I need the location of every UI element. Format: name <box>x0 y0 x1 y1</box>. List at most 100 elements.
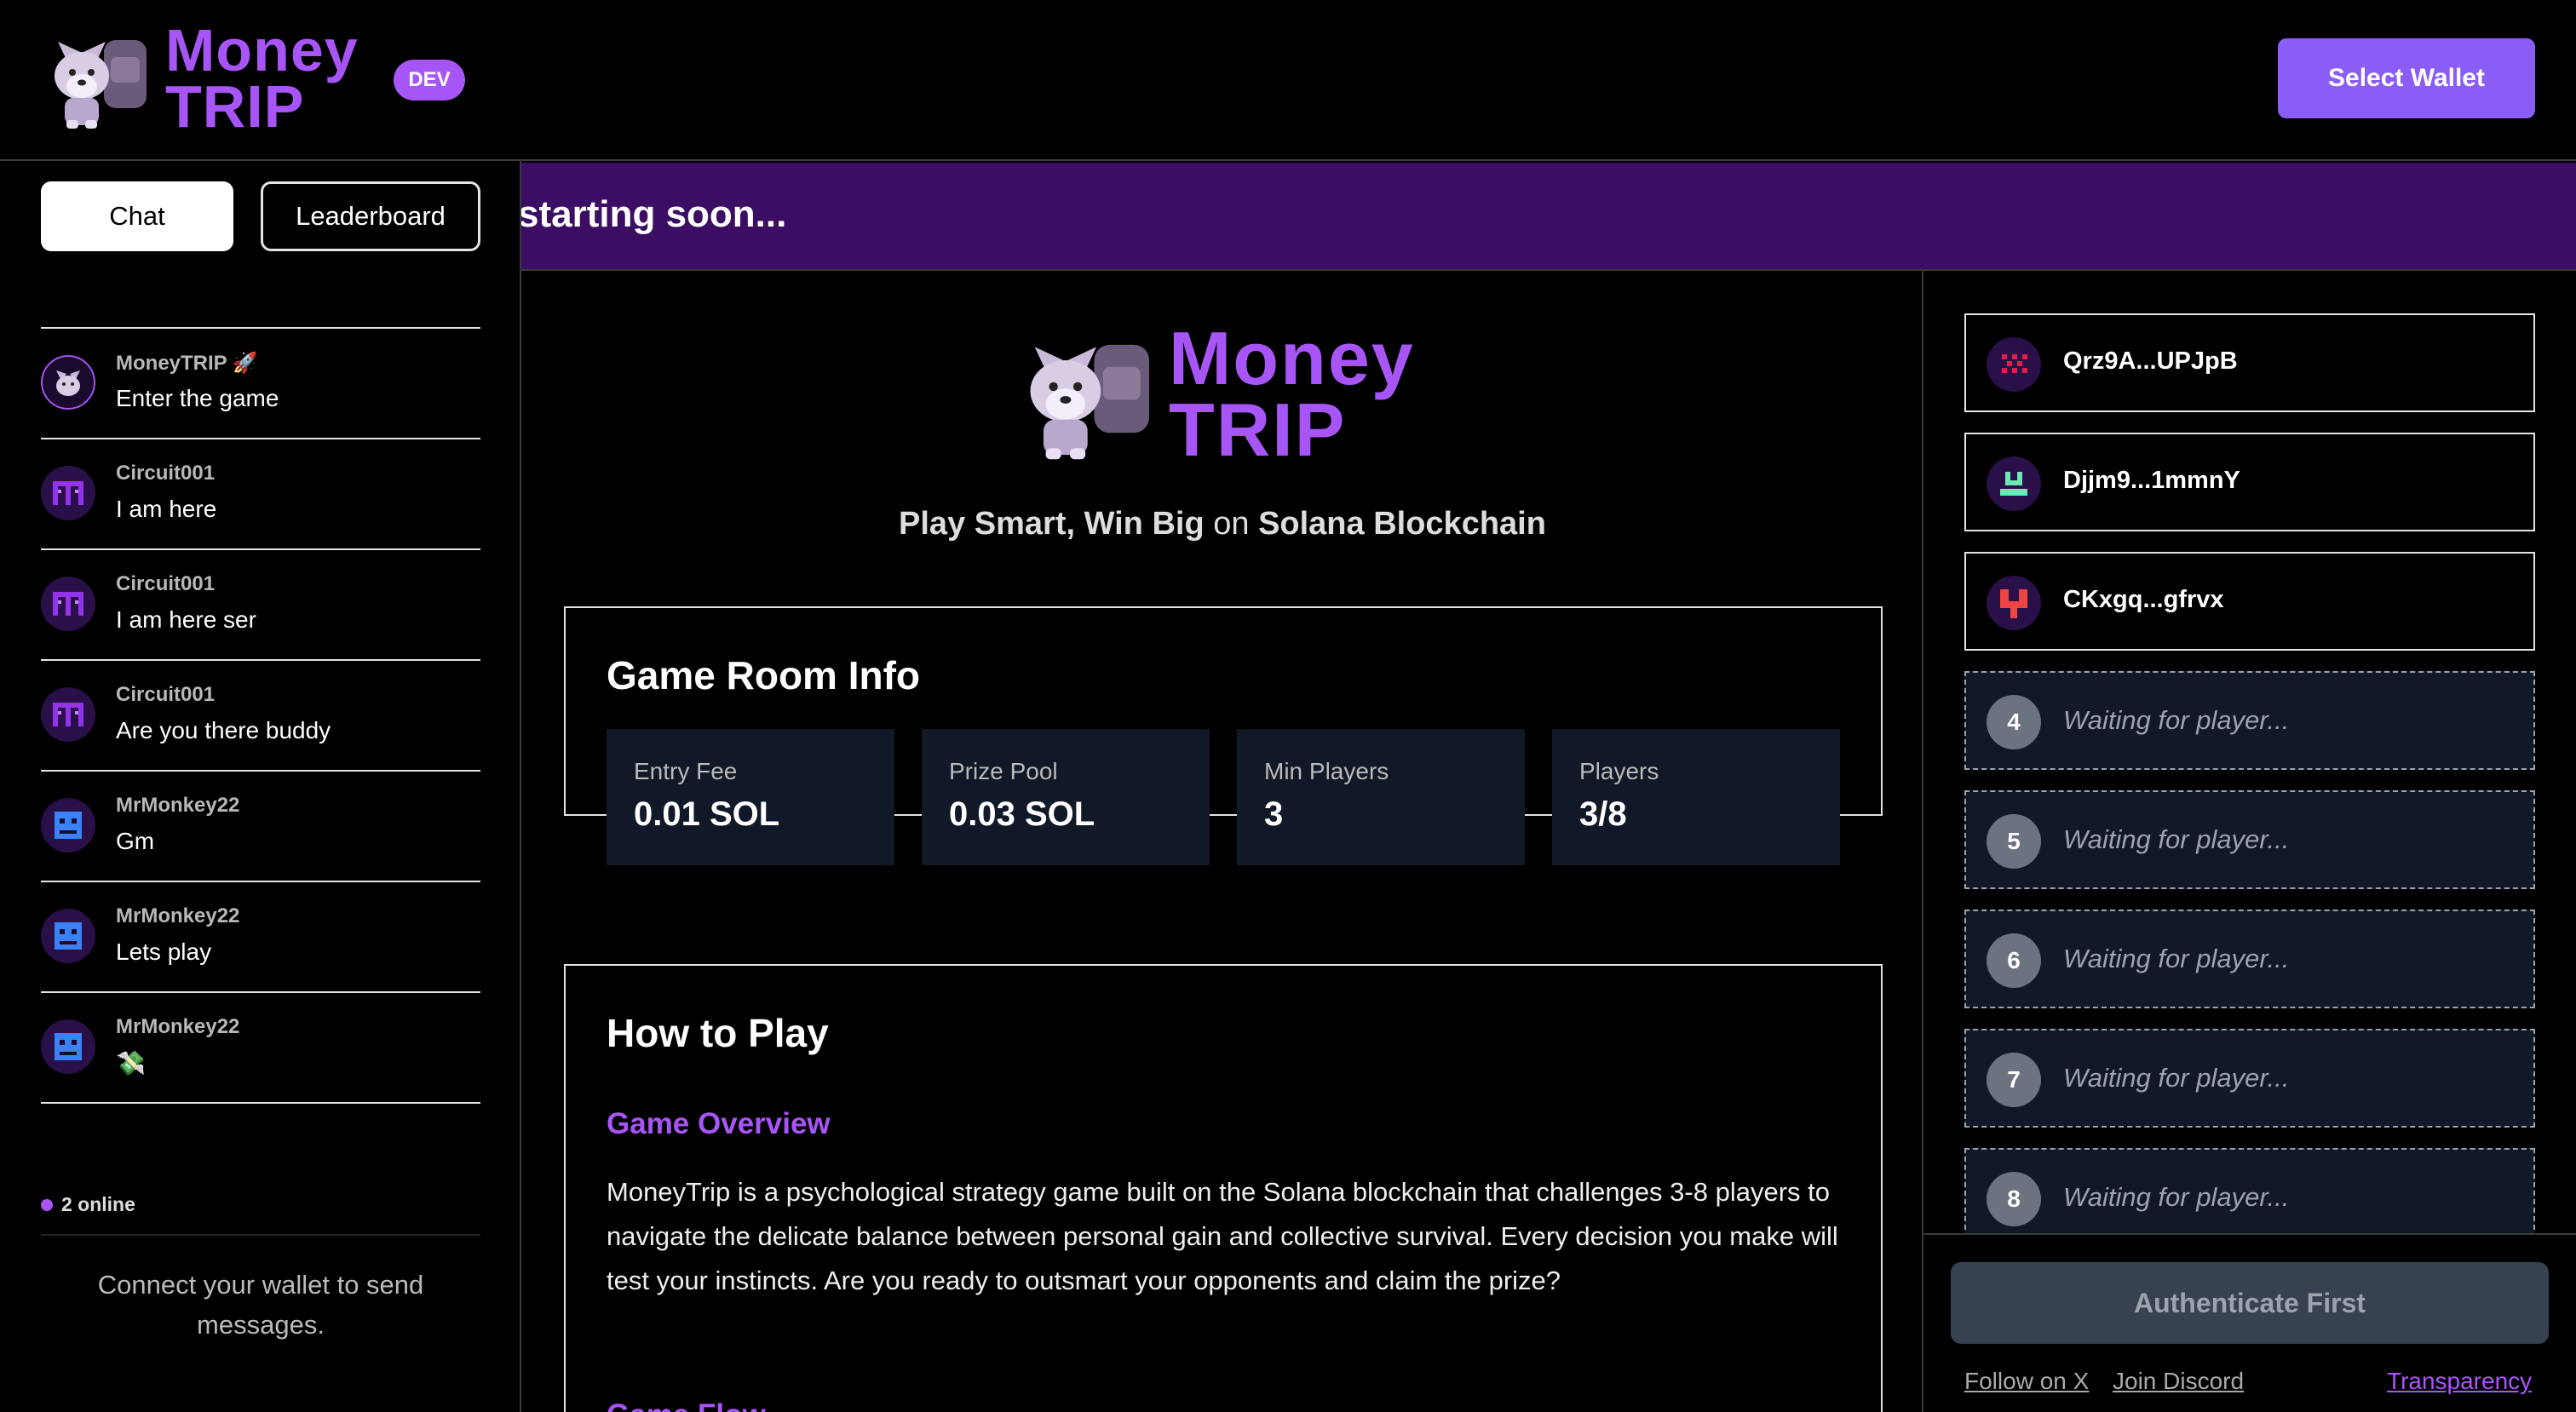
player-slot-3: CKxgq...gfrvx <box>1964 552 2535 651</box>
avatar <box>1987 337 2041 392</box>
message-text: Lets play <box>116 938 212 965</box>
robot-avatar-icon <box>55 922 82 950</box>
chat-message: MoneyTRIP 🚀 Enter the game <box>41 329 480 439</box>
slot-number: 5 <box>1987 814 2041 869</box>
player-slot-1: Qrz9A...UPJpB <box>1964 313 2535 412</box>
pixel-avatar-icon <box>53 592 83 616</box>
avatar <box>41 798 95 852</box>
waiting-text: Waiting for player... <box>2063 705 2290 735</box>
avatar <box>41 687 95 742</box>
pixel-avatar-icon <box>2002 354 2027 373</box>
avatar <box>41 466 95 520</box>
message-username: Circuit001 <box>116 572 216 595</box>
chat-message: Circuit001 I am here ser <box>41 550 480 661</box>
dev-badge: DEV <box>394 60 465 100</box>
main-content: Money TRIP Play Smart, Win Big on Solana… <box>523 271 1922 1412</box>
stat-entry-fee: Entry Fee 0.01 SOL <box>607 729 894 865</box>
player-name: Djjm9...1mmnY <box>2063 467 2240 494</box>
hero-line-money: Money <box>1169 316 1415 400</box>
slot-number: 6 <box>1987 933 2041 988</box>
chat-message: Circuit001 I am here <box>41 439 480 550</box>
divider <box>41 1234 480 1236</box>
avatar <box>41 909 95 963</box>
message-username: MrMonkey22 <box>116 904 240 927</box>
tab-leaderboard[interactable]: Leaderboard <box>261 181 480 251</box>
pixel-avatar-icon <box>2000 589 2027 618</box>
transparency-link[interactable]: Transparency <box>2387 1368 2532 1395</box>
avatar <box>41 577 95 631</box>
authenticate-button[interactable]: Authenticate First <box>1951 1262 2549 1344</box>
pixel-avatar-icon <box>2000 472 2027 496</box>
chat-message: MrMonkey22 Lets play <box>41 882 480 993</box>
online-dot-icon <box>41 1198 53 1211</box>
message-text: 💸 <box>116 1050 146 1076</box>
slot-number: 4 <box>1987 695 2041 749</box>
banner-text: starting soon... <box>521 193 787 235</box>
app-root: Money TRIP DEV Select Wallet Chat Leader… <box>0 0 2576 1412</box>
waiting-text: Waiting for player... <box>2063 824 2290 854</box>
player-slot-list[interactable]: Qrz9A...UPJpB Djjm9...1mmnY CKxgq...gfrv… <box>1964 313 2535 1233</box>
brand-line-money: Money <box>165 17 359 83</box>
husky-mascot-icon <box>55 40 147 129</box>
select-wallet-button[interactable]: Select Wallet <box>2278 38 2535 118</box>
waiting-text: Waiting for player... <box>2063 1182 2290 1212</box>
avatar <box>1987 456 2041 511</box>
status-banner: starting soon... <box>521 163 2576 271</box>
connect-wallet-note: Connect your wallet to send messages. <box>97 1270 424 1340</box>
message-username: MrMonkey22 <box>116 794 240 817</box>
player-slot-6: 6 Waiting for player... <box>1964 910 2535 1008</box>
online-status: 2 online <box>41 1193 135 1216</box>
stat-label: Players <box>1579 758 1659 784</box>
message-text: I am here ser <box>116 606 256 633</box>
message-username: MoneyTRIP 🚀 <box>116 352 258 375</box>
stat-value: 0.03 SOL <box>949 795 1095 833</box>
hero-logo: Money TRIP <box>1017 316 1415 472</box>
stat-label: Prize Pool <box>949 758 1058 784</box>
pixel-avatar-icon <box>53 481 83 505</box>
how-to-play-card: How to Play Game Overview MoneyTrip is a… <box>564 964 1883 1412</box>
player-name: CKxgq...gfrvx <box>2063 586 2224 613</box>
players-panel: Qrz9A...UPJpB Djjm9...1mmnY CKxgq...gfrv… <box>1922 271 2576 1412</box>
stat-value: 0.01 SOL <box>634 795 780 833</box>
player-slot-2: Djjm9...1mmnY <box>1964 433 2535 531</box>
tab-chat[interactable]: Chat <box>41 181 233 251</box>
chat-sidebar: Chat Leaderboard MoneyTRIP 🚀 Enter the g… <box>0 161 521 1412</box>
chat-message-list: MoneyTRIP 🚀 Enter the game Circuit001 I … <box>41 327 480 1104</box>
player-slot-4: 4 Waiting for player... <box>1964 671 2535 770</box>
husky-mascot-icon <box>1030 344 1150 460</box>
avatar <box>1987 576 2041 630</box>
waiting-text: Waiting for player... <box>2063 944 2290 973</box>
brand-line-trip: TRIP <box>165 73 305 140</box>
hero-line-trip: TRIP <box>1169 387 1347 472</box>
slot-number: 8 <box>1987 1172 2041 1226</box>
message-text: Are you there buddy <box>116 717 331 743</box>
stat-label: Min Players <box>1264 758 1389 784</box>
robot-avatar-icon <box>55 812 82 839</box>
tagline-part-a: Play Smart, Win Big <box>899 506 1205 542</box>
message-username: MrMonkey22 <box>116 1015 240 1038</box>
game-room-info-card: Game Room Info Entry Fee 0.01 SOL Prize … <box>564 606 1883 865</box>
join-discord-link[interactable]: Join Discord <box>2113 1368 2244 1395</box>
message-text: Gm <box>116 828 155 854</box>
message-username: Circuit001 <box>116 462 216 485</box>
pixel-avatar-icon <box>53 703 83 726</box>
tagline-part-c: Solana Blockchain <box>1258 506 1546 542</box>
waiting-text: Waiting for player... <box>2063 1063 2290 1093</box>
message-username: Circuit001 <box>116 683 216 706</box>
online-count: 2 online <box>61 1193 135 1215</box>
game-room-info-title: Game Room Info <box>607 653 921 697</box>
message-text: I am here <box>116 496 217 522</box>
tagline-part-b: on <box>1213 506 1250 542</box>
game-overview-heading: Game Overview <box>607 1107 831 1140</box>
player-slot-7: 7 Waiting for player... <box>1964 1029 2535 1128</box>
chat-message: MrMonkey22 Gm <box>41 772 480 882</box>
follow-x-link[interactable]: Follow on X <box>1964 1368 2089 1395</box>
avatar <box>41 355 95 410</box>
divider <box>1923 1233 2576 1235</box>
robot-avatar-icon <box>55 1033 82 1060</box>
tagline: Play Smart, Win Big on Solana Blockchain <box>523 506 1922 542</box>
husky-avatar-icon <box>41 355 95 410</box>
stat-value: 3/8 <box>1579 795 1627 833</box>
slot-number: 7 <box>1987 1053 2041 1107</box>
brand-logo[interactable]: Money TRIP <box>44 17 359 140</box>
